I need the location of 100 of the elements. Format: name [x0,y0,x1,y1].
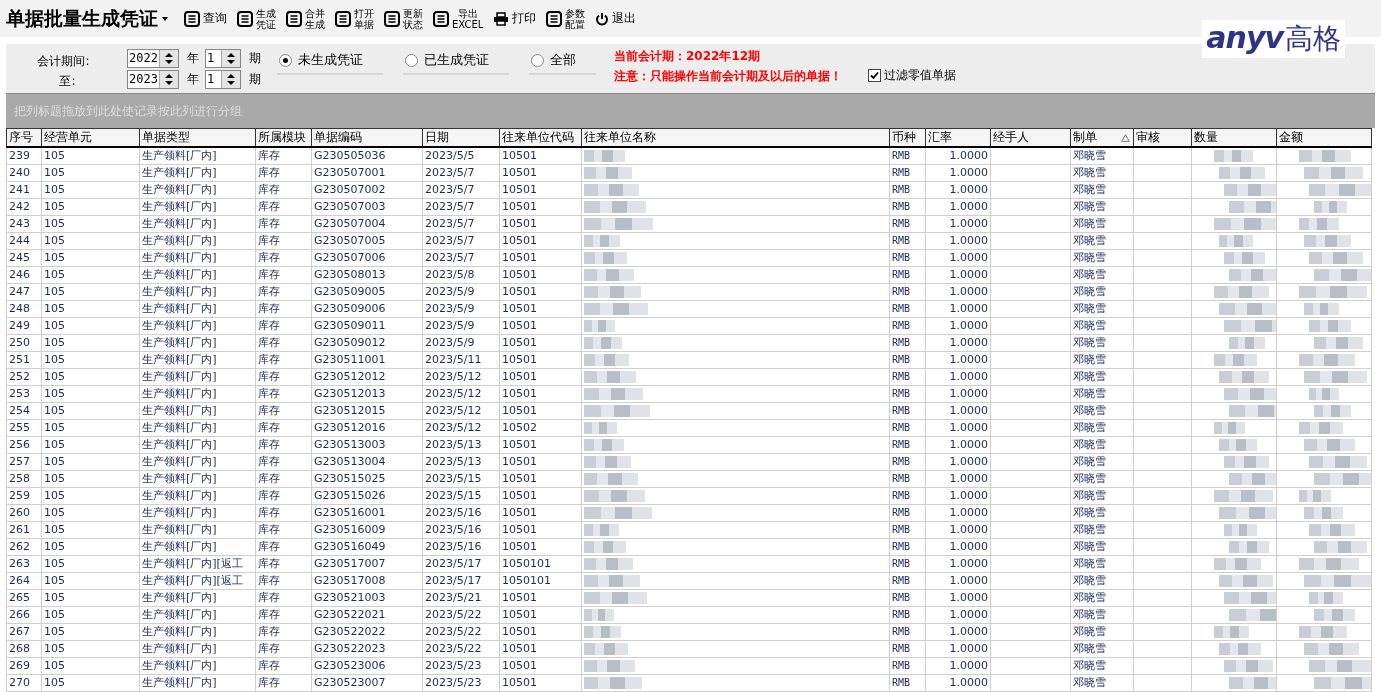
row-number: 259 [9,489,30,502]
radio-option[interactable]: 已生成凭证 [403,51,509,75]
toolbar-button[interactable]: 打印 [493,10,537,27]
year-spinner[interactable]: 2022 [127,49,179,68]
row-number: 252 [9,370,30,383]
table-cell: 邓晓雪 [1073,540,1106,553]
month-spinner[interactable]: 1 [205,49,241,68]
table-cell: 10501 [502,387,537,400]
table-cell: 1.0000 [949,166,988,179]
blurred-text [1214,354,1257,366]
toolbar-button[interactable]: 更新 状态 [384,7,423,30]
radio-option[interactable]: 未生成凭证 [277,51,383,75]
table-cell: 生产领料[厂内] [142,540,217,553]
checkbox-icon[interactable] [868,69,881,82]
table-cell: 库存 [258,370,280,383]
logo: anyv高格 [1202,20,1345,58]
table-cell: 邓晓雪 [1073,149,1106,162]
blurred-text [584,660,635,672]
table-cell: 10501 [502,472,537,485]
table-cell: 2023/5/9 [425,319,475,332]
blurred-text [584,252,627,264]
column-header[interactable]: 经手人 [990,128,1071,147]
blurred-text [1219,235,1253,247]
caret-icon[interactable] [162,16,168,21]
column-header[interactable]: 往来单位代码 [499,128,582,147]
column-header[interactable]: 日期 [422,128,500,147]
column-header[interactable]: 单据编码 [311,128,423,147]
table-cell: RMB [892,626,911,637]
toolbar-button[interactable]: 生成 凭证 [237,7,276,30]
table-cell: 库存 [258,625,280,638]
table-cell: 2023/5/5 [425,149,475,162]
spin-arrows-icon[interactable] [159,50,178,67]
blurred-text [1304,167,1363,179]
table-cell: 库存 [258,421,280,434]
table-cell: RMB [892,490,911,501]
blurred-text [584,626,621,638]
table-cell: 邓晓雪 [1073,557,1106,570]
blurred-text [1304,643,1359,655]
table-cell: G230509011 [314,319,386,332]
table-cell: 1.0000 [949,642,988,655]
toolbar-button[interactable]: 合并 生成 [286,7,325,30]
table-cell: RMB [892,558,911,569]
row-number: 266 [9,608,30,621]
column-header[interactable]: 所属模块 [255,128,312,147]
spin-arrows-icon[interactable] [159,71,178,88]
table-cell: 库存 [258,489,280,502]
blurred-text [1309,184,1371,196]
spin-arrows-icon[interactable] [221,50,240,67]
blurred-text [584,337,622,349]
table-cell: 生产领料[厂内][返工 [142,557,243,570]
column-header[interactable]: 制单 [1070,128,1134,147]
table-cell: G230513004 [314,455,386,468]
table-cell: 105 [44,336,65,349]
table-cell: 1.0000 [949,149,988,162]
year-spinner[interactable]: 2023 [127,70,179,89]
blurred-text [584,575,640,587]
table-cell: 10501 [502,540,537,553]
month-spinner[interactable]: 1 [205,70,241,89]
column-header[interactable]: 经营单元 [41,128,140,147]
table-cell: 10501 [502,625,537,638]
blurred-text [1214,218,1276,230]
column-header[interactable]: 往来单位名称 [581,128,890,147]
blurred-text [584,303,648,315]
column-header[interactable]: 数量 [1191,128,1277,147]
table-cell: 库存 [258,574,280,587]
row-number: 244 [9,234,30,247]
list-icon [286,10,302,27]
row-number: 262 [9,540,30,553]
column-header[interactable]: 序号 [6,128,42,147]
radio-icon[interactable] [531,53,544,67]
toolbar-button[interactable]: 查询 [184,10,227,27]
table-cell: 2023/5/22 [425,642,482,655]
blurred-text [1219,303,1276,315]
toolbar-button[interactable]: 打开 单据 [335,7,374,30]
table-cell: 10501 [502,183,537,196]
list-icon [546,10,563,27]
table-cell: 库存 [258,353,280,366]
blurred-text [584,167,632,179]
radio-icon[interactable] [279,53,292,67]
filter-zero-checkbox[interactable]: 过滤零值单据 [868,67,956,84]
table-cell: 库存 [258,472,280,485]
column-header[interactable]: 币种 [889,128,926,147]
table-cell: 邓晓雪 [1073,268,1106,281]
table-cell: 库存 [258,455,280,468]
table-cell: 生产领料[厂内] [142,489,217,502]
toolbar-button[interactable]: 导出 EXCEL [433,7,484,30]
period-unit-label: 期 [249,50,261,67]
column-header[interactable]: 审核 [1133,128,1192,147]
table-cell: 邓晓雪 [1073,625,1106,638]
radio-icon[interactable] [405,53,418,67]
column-header[interactable]: 金额 [1276,128,1372,147]
table-cell: 生产领料[厂内] [142,234,217,247]
notice-text: 注意：只能操作当前会计期及以后的单据！ [614,68,842,83]
toolbar-button[interactable]: 退出 [595,10,637,27]
column-header[interactable]: 汇率 [925,128,991,147]
column-header[interactable]: 单据类型 [139,128,256,147]
toolbar-button[interactable]: 参数 配置 [546,7,586,30]
radio-option[interactable]: 全部 [529,51,596,75]
table-cell: G230515025 [314,472,386,485]
spin-arrows-icon[interactable] [221,71,240,88]
